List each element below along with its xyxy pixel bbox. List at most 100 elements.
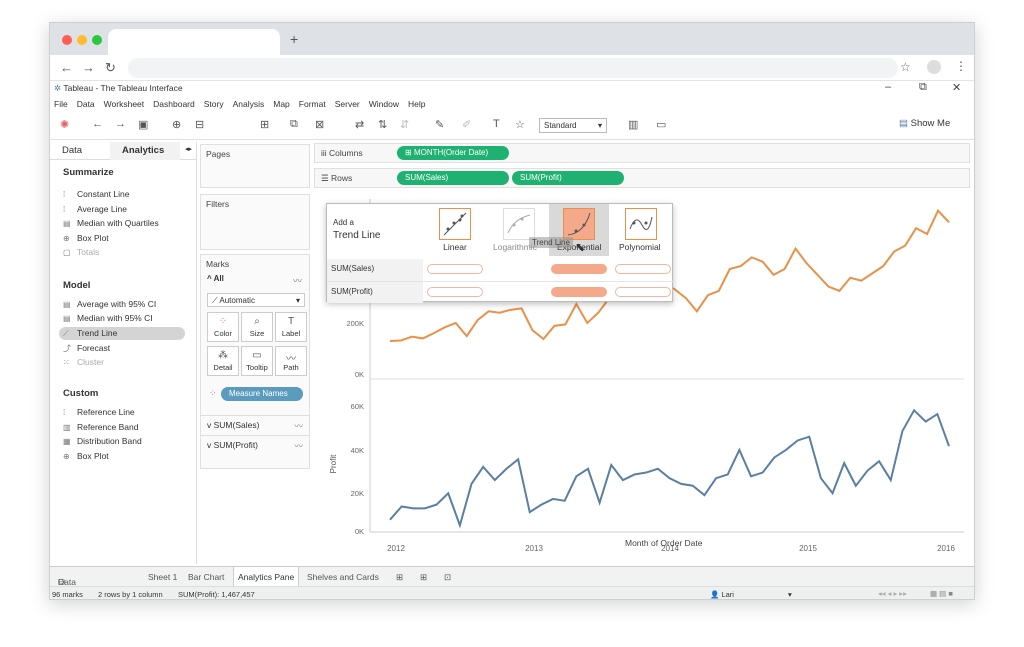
- item-custom-box-plot[interactable]: ⊕ Box Plot: [63, 450, 189, 463]
- redo-icon[interactable]: →: [115, 118, 126, 130]
- sort-desc-icon[interactable]: ⇵: [400, 118, 409, 131]
- item-average-line[interactable]: ⁞ Average Line: [63, 203, 189, 216]
- browser-menu-icon[interactable]: ⋮: [955, 59, 967, 73]
- menu-format[interactable]: Format: [299, 96, 326, 112]
- collapse-pane-icon[interactable]: ◂▸: [185, 145, 192, 153]
- drop-exponential-sales[interactable]: [551, 264, 607, 274]
- save-icon[interactable]: ▣: [138, 118, 148, 131]
- drop-linear-profit[interactable]: [427, 287, 483, 297]
- menu-map[interactable]: Map: [273, 96, 290, 112]
- user-menu[interactable]: 👤 Lari: [710, 590, 734, 599]
- filters-card[interactable]: Filters: [200, 194, 310, 250]
- exponential-model-icon[interactable]: [563, 208, 595, 240]
- presentation-icon[interactable]: ▭: [656, 118, 666, 131]
- mark-type-select[interactable]: ⟋ Automatic ▾: [207, 293, 305, 307]
- chevron-down-icon[interactable]: ▾: [788, 590, 792, 599]
- group-icon[interactable]: ✐: [462, 118, 471, 131]
- label-icon[interactable]: T: [493, 118, 500, 130]
- tab-shelves-and-cards[interactable]: Shelves and Cards: [307, 572, 379, 582]
- marks-sum-profit[interactable]: v SUM(Profit) 〰: [201, 435, 309, 455]
- item-average-ci[interactable]: ▤ Average with 95% CI: [63, 298, 189, 311]
- menu-window[interactable]: Window: [369, 96, 399, 112]
- drop-polynomial-sales[interactable]: [615, 264, 671, 274]
- tab-analytics[interactable]: Analytics: [110, 142, 180, 160]
- show-me-button[interactable]: ▤ Show Me: [899, 118, 950, 129]
- new-worksheet-icon[interactable]: ⊞: [260, 118, 269, 131]
- browser-tab[interactable]: [108, 29, 280, 55]
- menu-story[interactable]: Story: [204, 96, 224, 112]
- linear-model-icon[interactable]: [439, 208, 471, 240]
- drop-polynomial-profit[interactable]: [615, 287, 671, 297]
- new-datasource-icon[interactable]: ⊕: [172, 118, 181, 131]
- pause-updates-icon[interactable]: ⊟: [195, 118, 204, 131]
- back-arrow-icon[interactable]: ←: [60, 60, 73, 75]
- menu-server[interactable]: Server: [335, 96, 360, 112]
- detail-button[interactable]: ⁂ Detail: [207, 346, 239, 376]
- tab-analytics-pane[interactable]: Analytics Pane: [233, 567, 300, 587]
- forward-arrow-icon[interactable]: →: [82, 60, 95, 75]
- marks-sum-sales[interactable]: v SUM(Sales) 〰: [201, 415, 309, 435]
- item-box-plot[interactable]: ⊕ Box Plot: [63, 232, 189, 245]
- star-icon[interactable]: ☆: [900, 60, 911, 74]
- new-sheet-icon[interactable]: ⊞: [396, 572, 403, 583]
- tab-sheet1[interactable]: Sheet 1: [148, 572, 177, 582]
- tab-data[interactable]: Data: [62, 145, 82, 156]
- size-button[interactable]: ⌕ Size: [241, 312, 273, 342]
- item-median-quartiles[interactable]: ▤ Median with Quartiles: [63, 217, 189, 230]
- new-dashboard-icon[interactable]: ⊞: [420, 572, 427, 583]
- minimize-icon[interactable]: –: [885, 81, 891, 93]
- minimize-window-button[interactable]: [77, 35, 87, 45]
- new-story-icon[interactable]: ⊡: [444, 572, 451, 583]
- sum-sales-pill[interactable]: SUM(Sales): [397, 171, 509, 185]
- address-bar[interactable]: [128, 58, 898, 78]
- polynomial-model-icon[interactable]: [625, 208, 657, 240]
- measure-names-pill[interactable]: Measure Names: [221, 387, 303, 401]
- item-reference-line[interactable]: ⁞ Reference Line: [63, 406, 189, 419]
- marks-all[interactable]: ^ All: [207, 274, 224, 283]
- restore-icon[interactable]: ⧉: [919, 81, 927, 94]
- tooltip-button[interactable]: ▭ Tooltip: [241, 346, 273, 376]
- menu-file[interactable]: File: [54, 96, 68, 112]
- tableau-icon[interactable]: ✺: [60, 118, 69, 131]
- swap-icon[interactable]: ⇄: [355, 118, 364, 131]
- columns-shelf[interactable]: iii Columns ⊞ MONTH(Order Date): [314, 143, 970, 163]
- view-toggle-icon[interactable]: ▦ ▤ ■: [930, 589, 953, 598]
- menu-analysis[interactable]: Analysis: [233, 96, 265, 112]
- profile-avatar[interactable]: [927, 60, 941, 74]
- drop-linear-sales[interactable]: [427, 264, 483, 274]
- color-button[interactable]: ⁘ Color: [207, 312, 239, 342]
- pin-icon[interactable]: ☆: [515, 118, 525, 131]
- logarithmic-model-icon[interactable]: [503, 208, 535, 240]
- new-tab-icon[interactable]: +: [290, 31, 298, 47]
- undo-icon[interactable]: ←: [92, 118, 103, 130]
- menu-dashboard[interactable]: Dashboard: [153, 96, 195, 112]
- menu-help[interactable]: Help: [408, 96, 425, 112]
- item-reference-band[interactable]: ▥ Reference Band: [63, 421, 189, 434]
- tab-bar-chart[interactable]: Bar Chart: [188, 572, 224, 582]
- maximize-window-button[interactable]: [92, 35, 102, 45]
- clear-sheet-icon[interactable]: ⊠: [315, 118, 324, 131]
- menu-data[interactable]: Data: [77, 96, 95, 112]
- sort-asc-icon[interactable]: ⇅: [378, 118, 387, 131]
- reload-icon[interactable]: ↻: [105, 60, 116, 76]
- item-forecast[interactable]: ⤴ Forecast: [63, 342, 189, 355]
- label-button[interactable]: T Label: [275, 312, 307, 342]
- cards-icon[interactable]: ▥: [628, 118, 638, 131]
- drop-exponential-profit[interactable]: [551, 287, 607, 297]
- pages-card[interactable]: Pages: [200, 144, 310, 188]
- rows-shelf[interactable]: ☰ Rows SUM(Sales) SUM(Profit): [314, 168, 970, 188]
- item-median-ci[interactable]: ▤ Median with 95% CI: [63, 312, 189, 325]
- item-constant-line[interactable]: ⁞ Constant Line: [63, 188, 189, 201]
- duplicate-icon[interactable]: ⧉: [290, 118, 298, 131]
- path-button[interactable]: 〰 Path: [275, 346, 307, 376]
- month-order-date-pill[interactable]: ⊞ MONTH(Order Date): [397, 146, 509, 160]
- menu-worksheet[interactable]: Worksheet: [104, 96, 144, 112]
- sheet-nav-icon[interactable]: ◂◂ ◂ ▸ ▸▸: [878, 589, 907, 598]
- item-trend-line[interactable]: ⟋ Trend Line: [59, 327, 185, 340]
- highlight-icon[interactable]: ✎: [435, 118, 444, 131]
- item-distribution-band[interactable]: ▦ Distribution Band: [63, 435, 189, 448]
- close-icon[interactable]: ✕: [952, 81, 961, 94]
- close-window-button[interactable]: [62, 35, 72, 45]
- fit-select[interactable]: Standard ▾: [539, 118, 607, 133]
- sum-profit-pill[interactable]: SUM(Profit): [512, 171, 624, 185]
